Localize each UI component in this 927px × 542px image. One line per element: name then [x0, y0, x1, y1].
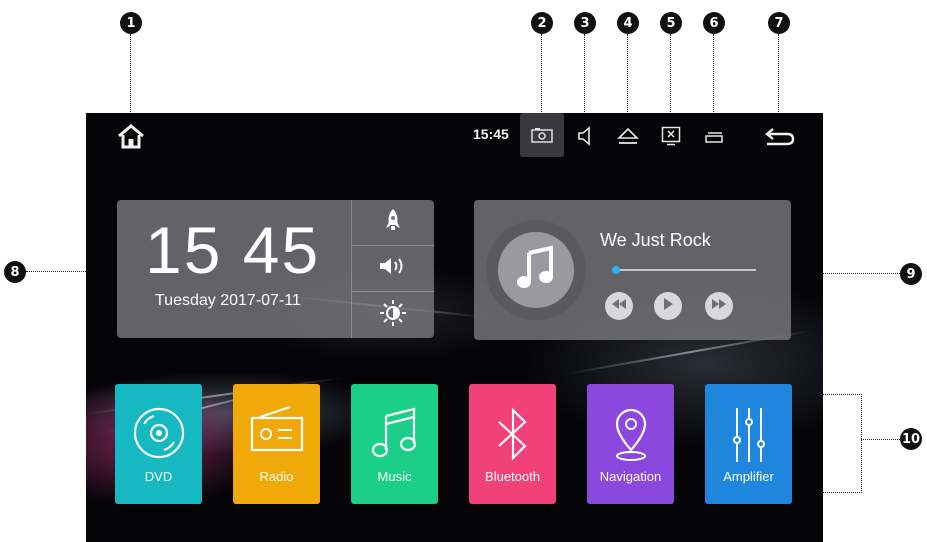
equalizer-icon — [732, 408, 765, 462]
fast-forward-button[interactable] — [705, 292, 733, 320]
progress-handle[interactable] — [612, 266, 621, 274]
status-time: 15:45 — [473, 126, 509, 142]
volume-icon — [378, 256, 408, 281]
home-icon[interactable] — [114, 121, 148, 151]
camera-button[interactable] — [520, 113, 564, 157]
callout-6: 6 — [703, 12, 725, 34]
music-note-icon — [513, 244, 559, 296]
app-tile-dvd[interactable]: DVD — [115, 384, 202, 504]
clock-time: 15 45 — [145, 213, 321, 287]
callout-2-leader — [541, 34, 542, 120]
callout-7: 7 — [768, 12, 790, 34]
app-label-bluetooth: Bluetooth — [485, 469, 540, 484]
album-art[interactable] — [486, 220, 586, 320]
app-tile-music[interactable]: Music — [351, 384, 438, 504]
music-widget[interactable]: We Just Rock — [474, 200, 791, 340]
app-tile-radio[interactable]: Radio — [233, 384, 320, 504]
bluetooth-icon — [497, 407, 527, 461]
callout-1-leader — [130, 34, 131, 120]
volume-icon[interactable] — [574, 123, 596, 149]
app-label-music: Music — [377, 469, 412, 484]
rewind-button[interactable] — [605, 292, 633, 320]
eject-icon[interactable] — [616, 123, 640, 149]
callout-6-leader — [713, 34, 714, 120]
radio-icon — [250, 406, 303, 452]
app-label-radio: Radio — [259, 469, 294, 484]
callout-10-leader-mid — [861, 439, 900, 440]
brightness-button[interactable] — [352, 292, 434, 338]
play-icon — [662, 297, 674, 316]
music-note-icon — [371, 407, 416, 458]
manual-figure: 1 2 3 4 5 6 7 8 9 10 15:45 15 45 Tuesday… — [0, 0, 927, 542]
callout-9: 9 — [900, 263, 922, 285]
callout-8: 8 — [4, 261, 26, 283]
rocket-icon — [385, 208, 401, 237]
song-title: We Just Rock — [600, 230, 711, 250]
recent-apps-icon[interactable] — [703, 125, 725, 149]
app-label-amplifier: Amplifier — [723, 469, 774, 484]
playback-progress[interactable] — [612, 266, 756, 274]
head-unit-screen: 15:45 15 45 Tuesday 2017-07-11 We Just R… — [86, 113, 823, 542]
callout-3: 3 — [574, 12, 596, 34]
play-button[interactable] — [654, 292, 682, 320]
camera-icon — [530, 125, 554, 145]
disc-icon — [133, 407, 184, 459]
rewind-icon — [611, 297, 627, 315]
callout-3-leader — [584, 34, 585, 120]
screen-off-icon[interactable] — [660, 123, 682, 149]
rocket-button[interactable] — [352, 200, 434, 246]
callout-1: 1 — [120, 12, 142, 34]
location-pin-icon — [615, 408, 646, 461]
fast-forward-icon — [711, 297, 727, 315]
volume-shortcut-button[interactable] — [352, 246, 434, 292]
app-label-navigation: Navigation — [599, 469, 662, 484]
callout-5-leader — [670, 34, 671, 120]
app-tile-amplifier[interactable]: Amplifier — [705, 384, 792, 504]
brightness-icon — [379, 299, 407, 332]
clock-widget[interactable]: 15 45 Tuesday 2017-07-11 — [117, 200, 434, 338]
back-icon[interactable] — [762, 123, 796, 149]
callout-10-bracket — [861, 394, 862, 493]
callout-2: 2 — [531, 12, 553, 34]
callout-4: 4 — [617, 12, 639, 34]
app-tile-navigation[interactable]: Navigation — [587, 384, 674, 504]
callout-10: 10 — [900, 428, 922, 450]
app-label-dvd: DVD — [144, 469, 173, 484]
callout-5: 5 — [660, 12, 682, 34]
app-tile-bluetooth[interactable]: Bluetooth — [469, 384, 556, 504]
clock-date: Tuesday 2017-07-11 — [155, 292, 301, 309]
callout-4-leader — [627, 34, 628, 120]
callout-7-leader — [778, 34, 779, 120]
clock-shortcuts — [351, 200, 434, 338]
